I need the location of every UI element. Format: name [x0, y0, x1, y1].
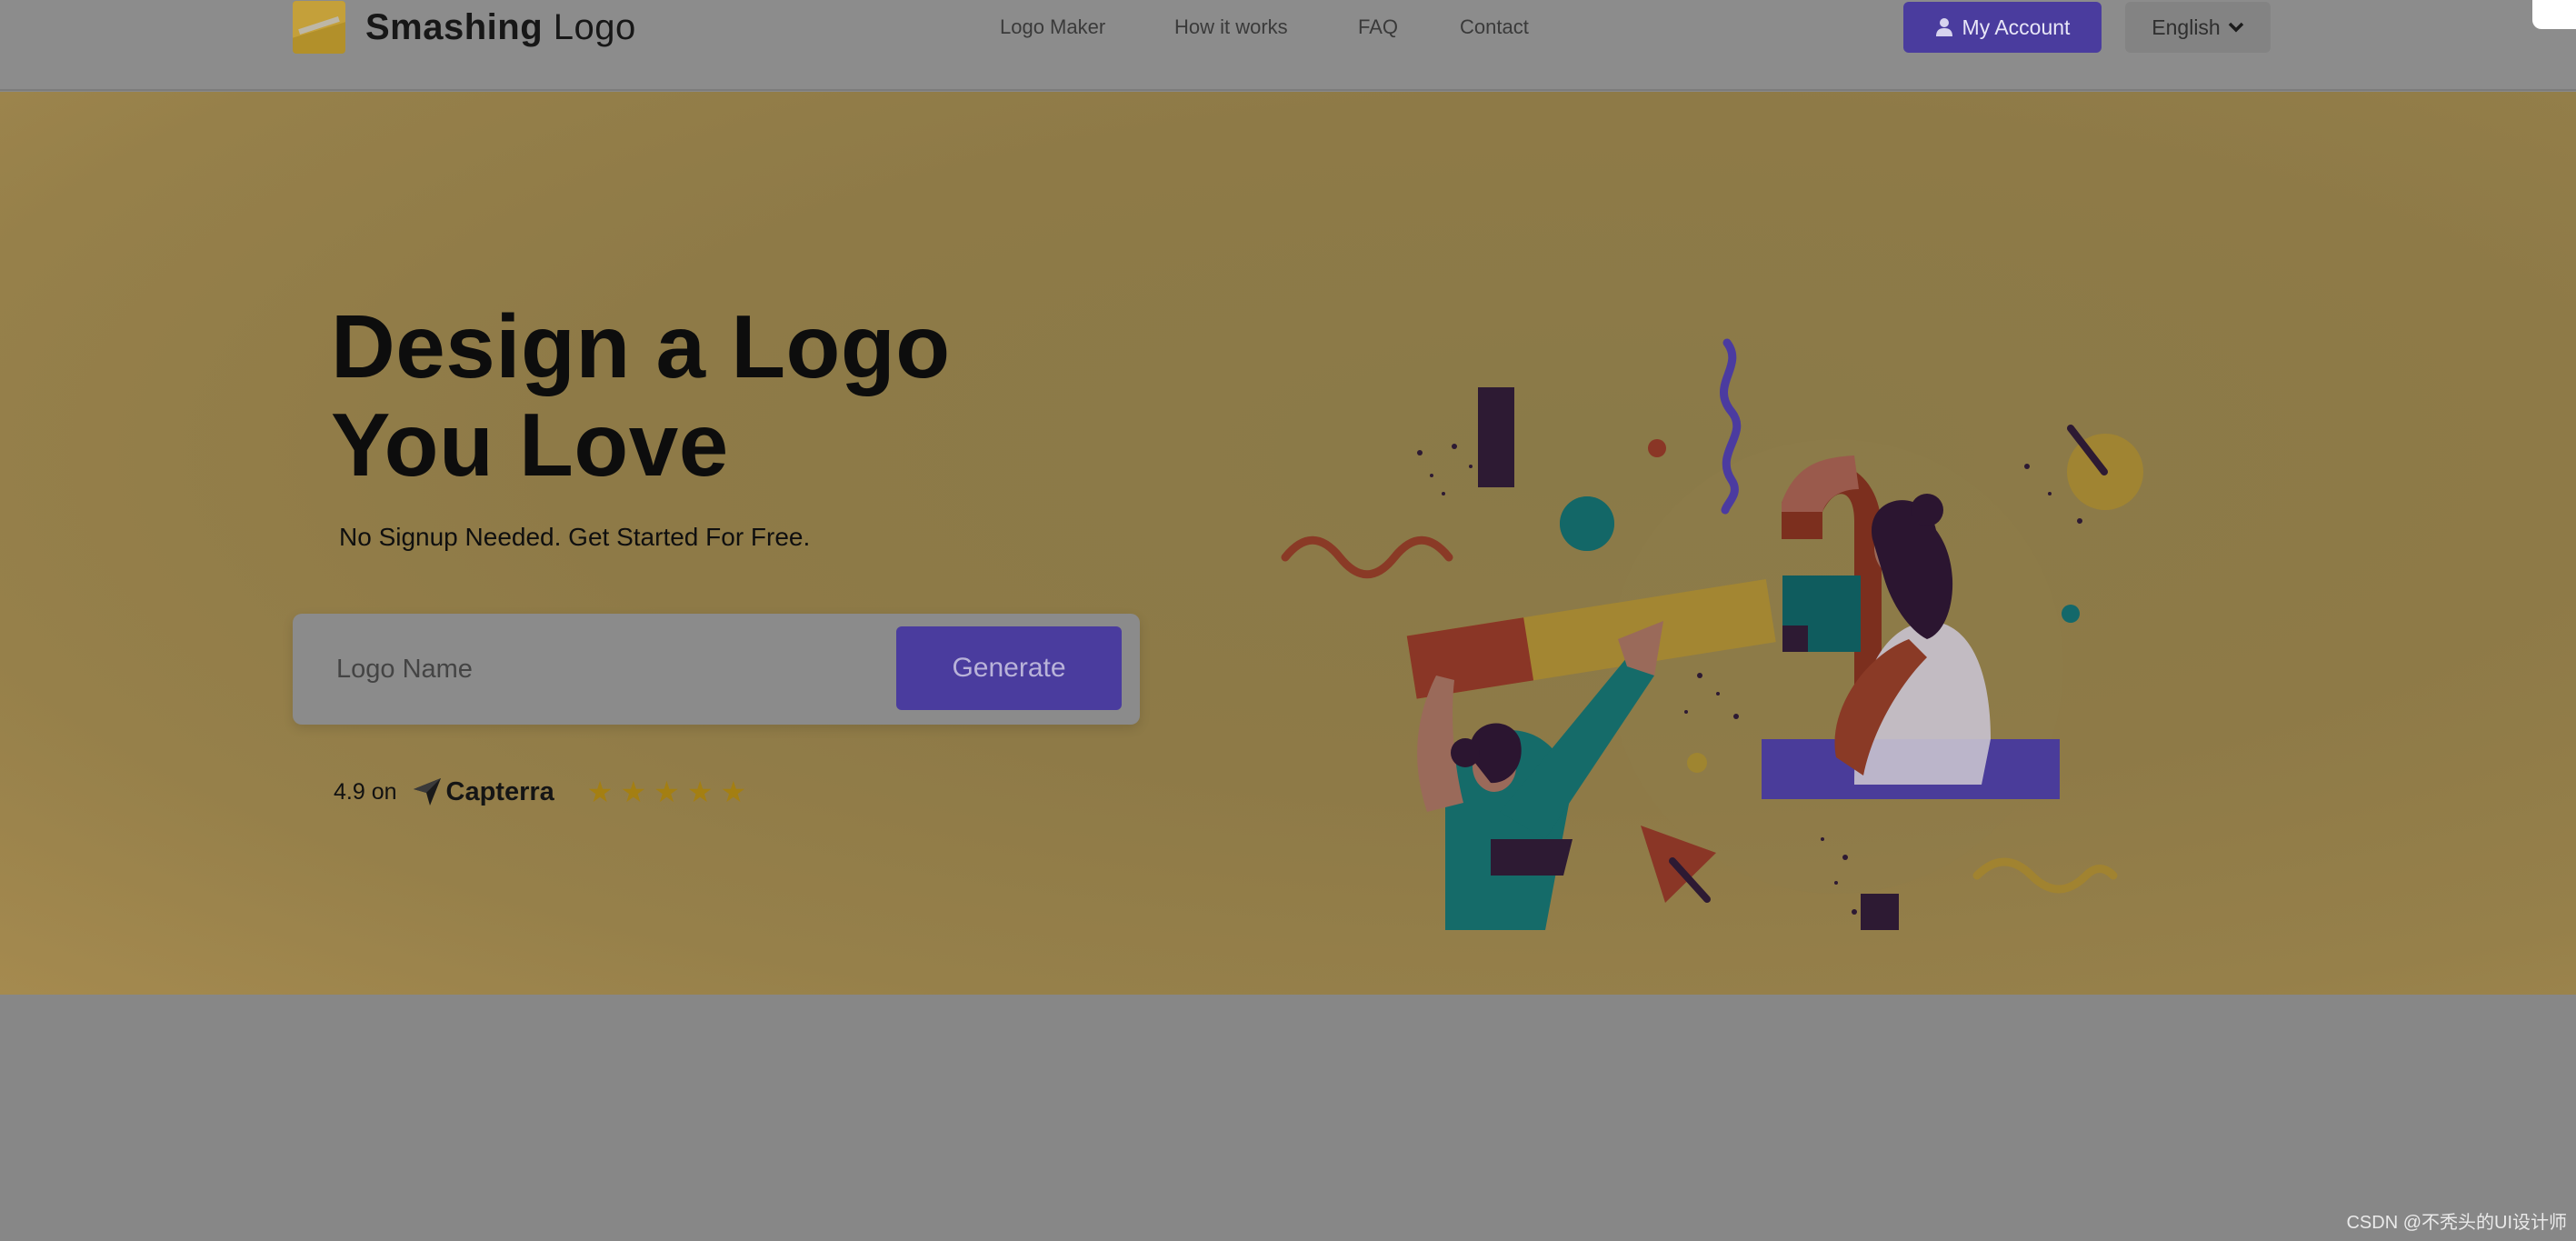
star-icon: ★ [620, 776, 647, 808]
star-icon: ★ [720, 776, 747, 808]
hero-section: Design a Logo You Love No Signup Needed.… [0, 92, 2576, 995]
watermark: CSDN @不秃头的UI设计师 [2346, 1213, 2567, 1233]
capterra-logo[interactable]: Capterra [412, 776, 554, 807]
star-icon: ★ [686, 776, 714, 808]
logo-mark-icon [293, 1, 345, 54]
my-account-label: My Account [1962, 15, 2071, 39]
capterra-rating: 4.9 on Capterra ★ ★ ★ ★ ★ [334, 772, 746, 812]
user-icon [1935, 18, 1952, 36]
capterra-arrow-icon [413, 778, 441, 806]
brand-name-bold: Smashing [365, 6, 544, 47]
language-label: English [2152, 15, 2221, 39]
brand-name-light: Logo [553, 6, 636, 47]
rating-text: 4.9 on [334, 778, 397, 805]
rating-stars: ★ ★ ★ ★ ★ [587, 777, 746, 806]
chevron-down-icon [2228, 22, 2243, 33]
my-account-button[interactable]: My Account [1903, 2, 2102, 53]
hero-title-line2: You Love [331, 395, 729, 495]
brand-name: Smashing Logo [365, 7, 636, 48]
nav-logo-maker[interactable]: Logo Maker [1000, 0, 1105, 55]
nav-contact[interactable]: Contact [1460, 0, 1529, 55]
capterra-brand: Capterra [445, 776, 554, 806]
hero-title-line1: Design a Logo [331, 296, 951, 396]
star-icon: ★ [654, 776, 680, 808]
logo-name-input[interactable] [320, 634, 884, 705]
brand-logo[interactable]: Smashing Logo [293, 0, 636, 55]
nav-how-it-works[interactable]: How it works [1174, 0, 1288, 55]
generate-button[interactable]: Generate [896, 626, 1122, 710]
hero-subtitle: No Signup Needed. Get Started For Free. [339, 523, 811, 551]
logo-name-form: Generate [293, 614, 1140, 725]
star-icon: ★ [586, 776, 614, 808]
corner-popup-tab[interactable] [2532, 0, 2576, 29]
lower-section: CSDN @不秃头的UI设计师 [0, 995, 2576, 1241]
top-navbar: Smashing Logo Logo Maker How it works FA… [0, 0, 2576, 91]
hero-illustration [1281, 338, 2143, 930]
hero-title: Design a Logo You Love [331, 297, 951, 494]
nav-faq[interactable]: FAQ [1358, 0, 1398, 55]
language-selector[interactable]: English [2125, 2, 2271, 53]
